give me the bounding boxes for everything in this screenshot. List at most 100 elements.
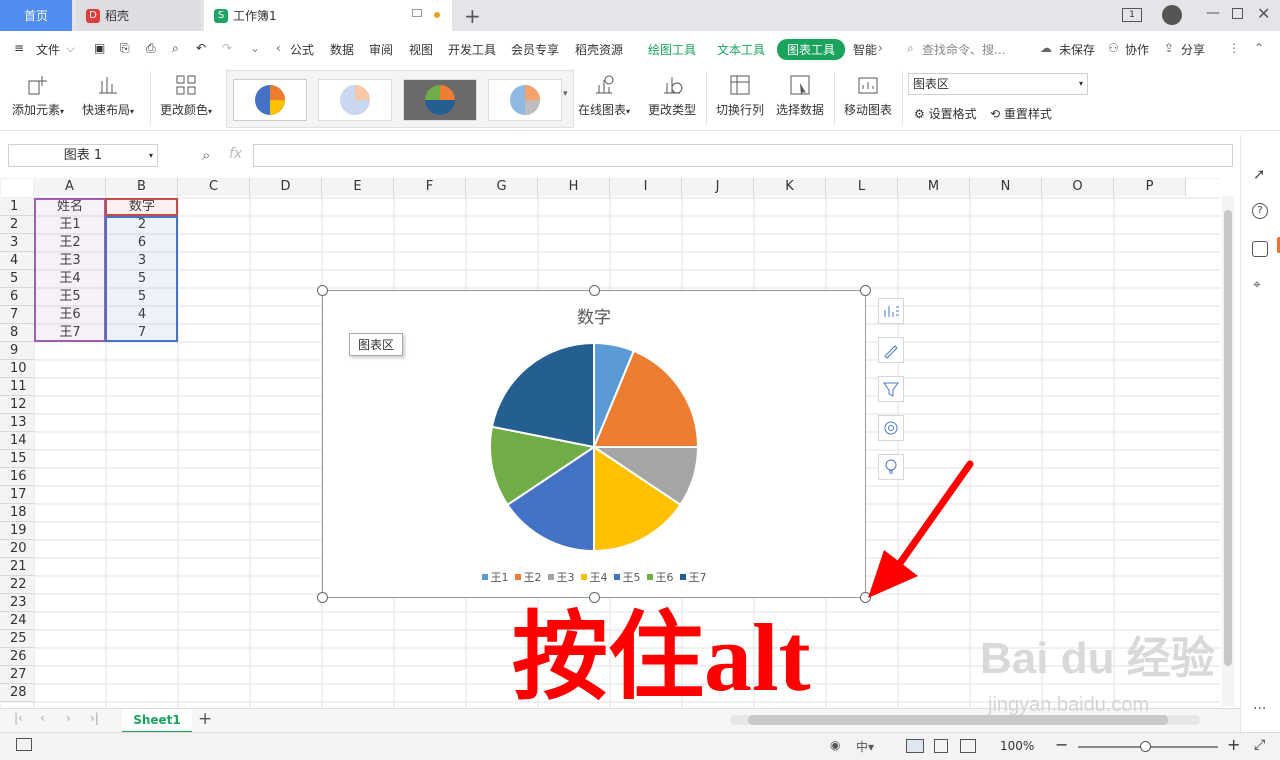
row-header[interactable]: 10 [0, 360, 34, 378]
legend-item[interactable]: 王2 [514, 569, 542, 585]
menu-text-tools[interactable]: 文本工具 [717, 41, 765, 58]
column-header[interactable]: C [178, 178, 250, 196]
chart-settings-button[interactable] [878, 415, 904, 441]
zoom-icon[interactable]: ⌕ [202, 146, 210, 164]
column-header[interactable]: G [466, 178, 538, 196]
read-view-icon[interactable] [960, 739, 976, 753]
zoom-in-icon[interactable]: + [1227, 735, 1240, 754]
column-header[interactable]: L [826, 178, 898, 196]
preview-icon[interactable]: ⌕ [172, 41, 179, 56]
move-chart-button[interactable]: 移动图表 [844, 73, 892, 118]
last-sheet-icon[interactable]: ›| [90, 711, 99, 725]
column-header[interactable]: A [34, 178, 106, 196]
chart-legend[interactable]: 王1 王2 王3 王4 王5 王6 王7 [323, 569, 865, 585]
chart-area-select[interactable]: 图表区 ▾ [908, 73, 1088, 95]
row-header[interactable]: 9 [0, 342, 34, 360]
chart-style-3[interactable] [403, 79, 477, 121]
row-header[interactable]: 13 [0, 414, 34, 432]
page-view-icon[interactable] [934, 739, 948, 753]
column-header[interactable]: N [970, 178, 1042, 196]
chart-style-button[interactable] [878, 337, 904, 363]
chart-title[interactable]: 数字 [323, 303, 865, 328]
chart-area[interactable]: 数字 图表区 王1 王2 王3 王4 王5 王6 王7 [322, 290, 866, 598]
zoom-level[interactable]: 100% [1000, 739, 1034, 753]
row-header[interactable]: 20 [0, 540, 34, 558]
add-element-button[interactable]: 添加元素▾ [12, 73, 64, 118]
more-icon[interactable]: ··· [1253, 701, 1266, 717]
row-header[interactable]: 14 [0, 432, 34, 450]
unsaved-label[interactable]: 未保存 [1059, 41, 1095, 58]
legend-item[interactable]: 王5 [613, 569, 641, 585]
first-sheet-icon[interactable]: |‹ [14, 711, 23, 725]
add-sheet-icon[interactable]: + [198, 709, 212, 729]
normal-view-icon[interactable] [906, 739, 924, 753]
row-header[interactable]: 27 [0, 666, 34, 684]
menu-formula[interactable]: 公式 [290, 41, 314, 58]
menu-draw-tools[interactable]: 绘图工具 [648, 41, 696, 58]
chart-style-4[interactable] [488, 79, 562, 121]
location-icon[interactable]: ⌖ [1253, 277, 1261, 293]
name-box[interactable]: 图表 1 ▾ [8, 144, 158, 167]
collab-button[interactable]: 协作 [1125, 41, 1149, 58]
select-pointer-icon[interactable]: ➚ [1253, 165, 1266, 183]
menu-daoke-res[interactable]: 稻壳资源 [575, 41, 623, 58]
column-header[interactable]: D [250, 178, 322, 196]
row-header[interactable]: 18 [0, 504, 34, 522]
chart-panel-icon[interactable] [1252, 241, 1268, 257]
change-color-button[interactable]: 更改颜色▾ [160, 73, 212, 118]
column-header[interactable]: O [1042, 178, 1114, 196]
row-header[interactable]: 28 [0, 684, 34, 702]
tab-home[interactable]: 首页 [0, 0, 72, 31]
change-type-button[interactable]: 更改类型 [648, 73, 696, 118]
more-icon[interactable]: ⋮ [1228, 41, 1240, 55]
column-header[interactable]: J [682, 178, 754, 196]
row-header[interactable]: 15 [0, 450, 34, 468]
tab-daoke[interactable]: D 稻壳 [76, 0, 201, 31]
macro-icon[interactable] [16, 738, 32, 751]
row-header[interactable]: 12 [0, 396, 34, 414]
column-header[interactable]: B [106, 178, 178, 196]
tab-workbook[interactable]: S 工作簿1 [204, 0, 452, 31]
set-format-button[interactable]: ⚙ 设置格式 [914, 105, 977, 122]
pie-plot[interactable] [483, 336, 705, 558]
chart-filter-button[interactable] [878, 376, 904, 402]
menu-file[interactable]: 文件 [36, 41, 60, 58]
column-header[interactable]: E [322, 178, 394, 196]
restore-icon[interactable] [1232, 8, 1243, 19]
row-header[interactable]: 25 [0, 630, 34, 648]
legend-item[interactable]: 王1 [481, 569, 509, 585]
column-header[interactable]: P [1114, 178, 1186, 196]
chart-elements-button[interactable] [878, 298, 904, 324]
monitor-icon[interactable] [412, 9, 422, 17]
row-header[interactable]: 1 [0, 198, 34, 216]
column-header[interactable]: K [754, 178, 826, 196]
scroll-left-icon[interactable]: ‹ [276, 41, 281, 55]
row-header[interactable]: 19 [0, 522, 34, 540]
row-header[interactable]: 11 [0, 378, 34, 396]
row-header[interactable]: 16 [0, 468, 34, 486]
legend-item[interactable]: 王6 [646, 569, 674, 585]
row-header[interactable]: 21 [0, 558, 34, 576]
quick-layout-button[interactable]: 快速布局▾ [82, 73, 134, 118]
menu-data[interactable]: 数据 [330, 41, 354, 58]
row-header[interactable]: 22 [0, 576, 34, 594]
print-icon[interactable]: ⎙ [146, 41, 156, 56]
search-command[interactable]: 查找命令、搜... [922, 41, 1005, 58]
chart-style-2[interactable] [318, 79, 392, 121]
sheet-tab-sheet1[interactable]: Sheet1 [122, 709, 192, 733]
gallery-more-icon[interactable]: ▾ [563, 89, 568, 99]
row-header[interactable]: 5 [0, 270, 34, 288]
row-header[interactable]: 23 [0, 594, 34, 612]
menu-member[interactable]: 会员专享 [511, 41, 559, 58]
legend-item[interactable]: 王4 [580, 569, 608, 585]
menu-review[interactable]: 审阅 [369, 41, 393, 58]
fullscreen-icon[interactable]: ⤢ [1254, 737, 1265, 753]
resize-handle-t[interactable] [589, 285, 600, 296]
row-header[interactable]: 26 [0, 648, 34, 666]
column-header[interactable]: H [538, 178, 610, 196]
zoom-slider-thumb[interactable] [1140, 741, 1151, 752]
menu-devtools[interactable]: 开发工具 [448, 41, 496, 58]
formula-input[interactable] [253, 144, 1233, 167]
close-icon[interactable]: ✕ [1257, 4, 1270, 23]
vertical-scrollbar[interactable] [1222, 196, 1234, 706]
